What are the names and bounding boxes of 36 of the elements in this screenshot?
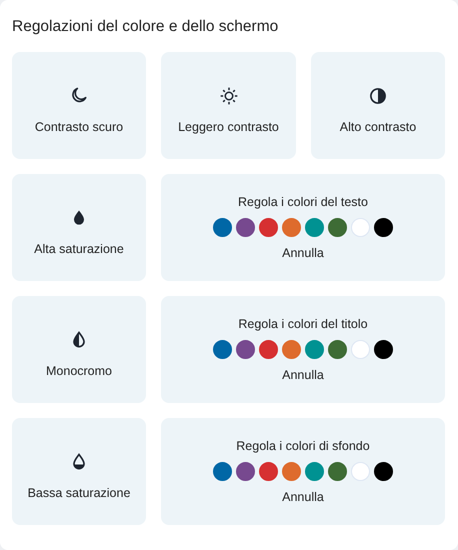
reset-button[interactable]: Annulla (282, 490, 324, 504)
color-swatch[interactable] (374, 340, 393, 359)
color-swatch[interactable] (282, 340, 301, 359)
picker-title: Regola i colori del titolo (238, 317, 368, 331)
color-swatch[interactable] (305, 462, 324, 481)
color-swatch[interactable] (282, 218, 301, 237)
color-swatch[interactable] (328, 340, 347, 359)
color-swatch[interactable] (374, 218, 393, 237)
reset-button[interactable]: Annulla (282, 246, 324, 260)
color-swatch[interactable] (236, 462, 255, 481)
color-swatch[interactable] (213, 462, 232, 481)
color-swatch[interactable] (236, 340, 255, 359)
option-tile[interactable]: Leggero contrasto (161, 52, 296, 159)
option-tile[interactable]: Contrasto scuro (12, 52, 146, 159)
option-tile[interactable]: Alto contrasto (311, 52, 445, 159)
picker-title: Regola i colori di sfondo (236, 439, 370, 453)
color-swatch[interactable] (213, 340, 232, 359)
color-swatch[interactable] (259, 462, 278, 481)
color-swatch[interactable] (213, 218, 232, 237)
picker-title: Regola i colori del testo (238, 195, 368, 209)
option-tile[interactable]: Bassa saturazione (12, 418, 146, 525)
color-swatch[interactable] (374, 462, 393, 481)
option-tile[interactable]: Monocromo (12, 296, 146, 403)
color-swatch[interactable] (259, 218, 278, 237)
sun-icon (218, 86, 238, 106)
option-tile[interactable]: Alta saturazione (12, 174, 146, 281)
color-swatch[interactable] (236, 218, 255, 237)
reset-button[interactable]: Annulla (282, 368, 324, 382)
color-swatch[interactable] (305, 218, 324, 237)
color-swatch[interactable] (328, 218, 347, 237)
panel-title: Regolazioni del colore e dello schermo (12, 17, 280, 37)
color-swatch[interactable] (328, 462, 347, 481)
contrast-icon (368, 86, 388, 106)
color-swatch[interactable] (259, 340, 278, 359)
color-swatch[interactable] (305, 340, 324, 359)
color-swatch[interactable] (282, 462, 301, 481)
